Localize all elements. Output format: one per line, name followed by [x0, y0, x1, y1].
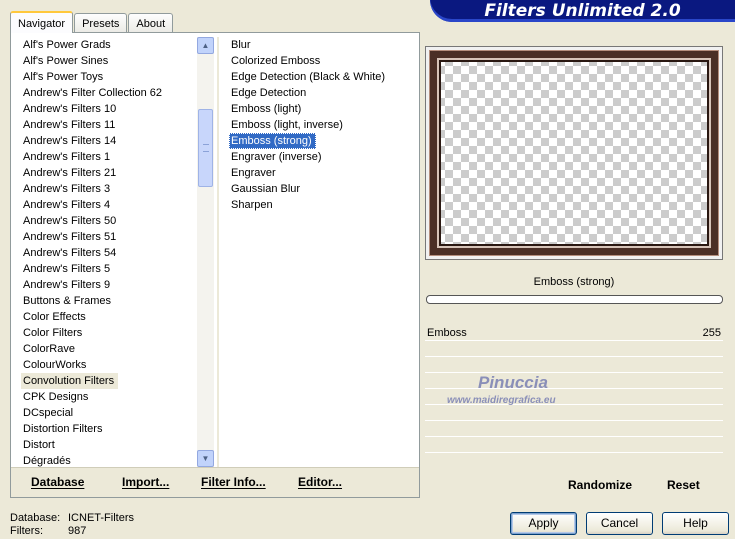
preview-filter-name: Emboss (strong): [533, 276, 615, 288]
watermark-name: Pinuccia: [478, 373, 548, 392]
param-row-empty: [425, 341, 723, 357]
tab-about[interactable]: About: [128, 13, 174, 32]
filter-item[interactable]: Blur: [229, 37, 414, 53]
progress-bar: [426, 295, 723, 304]
scroll-up-arrow-icon[interactable]: ▲: [197, 37, 214, 54]
preview-image: [430, 51, 718, 255]
filter-info-button[interactable]: Filter Info...: [201, 475, 266, 489]
navigator-footer: Database Import... Filter Info... Editor…: [11, 467, 419, 497]
param-label: Emboss: [427, 327, 467, 339]
category-item[interactable]: Andrew's Filters 50: [21, 213, 203, 229]
scroll-down-arrow-icon[interactable]: ▼: [197, 450, 214, 467]
list-divider: [217, 37, 219, 471]
reset-button[interactable]: Reset: [667, 478, 700, 492]
filter-item[interactable]: Engraver (inverse): [229, 149, 414, 165]
filter-item[interactable]: Sharpen: [229, 197, 414, 213]
category-item[interactable]: Andrew's Filter Collection 62: [21, 85, 203, 101]
filter-item[interactable]: Engraver: [229, 165, 414, 181]
category-item[interactable]: Andrew's Filters 4: [21, 197, 203, 213]
navigator-panel: Alf's Power Grads Alf's Power Sines Alf's …: [10, 32, 420, 498]
app-title-banner: Filters Unlimited 2.0: [430, 0, 735, 22]
param-row-empty: [425, 437, 723, 453]
category-item[interactable]: Color Filters: [21, 325, 203, 341]
category-item[interactable]: Distort: [21, 437, 203, 453]
category-scrollbar[interactable]: ▲ ▼: [197, 37, 214, 467]
import-button[interactable]: Import...: [122, 475, 169, 489]
filter-item[interactable]: Colorized Emboss: [229, 53, 414, 69]
database-status-label: Database:: [10, 512, 61, 524]
category-item[interactable]: Andrew's Filters 11: [21, 117, 203, 133]
filter-item[interactable]: Edge Detection (Black & White): [229, 69, 414, 85]
category-item[interactable]: Color Effects: [21, 309, 203, 325]
randomize-button[interactable]: Randomize: [568, 478, 632, 492]
preview-footer: Randomize Reset: [425, 468, 723, 498]
editor-button[interactable]: Editor...: [298, 475, 342, 489]
category-item[interactable]: Buttons & Frames: [21, 293, 203, 309]
category-item[interactable]: Alf's Power Toys: [21, 69, 203, 85]
category-item[interactable]: DCspecial: [21, 405, 203, 421]
filters-count-label: Filters:: [10, 525, 43, 537]
watermark-url: www.maidiregrafica.eu: [447, 395, 556, 406]
category-item[interactable]: Andrew's Filters 10: [21, 101, 203, 117]
param-row-empty: [425, 357, 723, 373]
category-item[interactable]: Andrew's Filters 1: [21, 149, 203, 165]
tab-presets[interactable]: Presets: [74, 13, 128, 32]
cancel-button[interactable]: Cancel: [586, 512, 653, 535]
category-item[interactable]: Andrew's Filters 14: [21, 133, 203, 149]
database-status-value: ICNET-Filters: [68, 512, 134, 524]
category-item[interactable]: Alf's Power Sines: [21, 53, 203, 69]
status-info: Database: ICNET-Filters Filters: 987: [10, 512, 134, 538]
category-item[interactable]: Andrew's Filters 51: [21, 229, 203, 245]
help-button[interactable]: Help: [662, 512, 729, 535]
category-item[interactable]: Andrew's Filters 54: [21, 245, 203, 261]
category-item[interactable]: CPK Designs: [21, 389, 203, 405]
param-row-empty: [425, 373, 723, 389]
category-item[interactable]: Alf's Power Grads: [21, 37, 203, 53]
apply-button[interactable]: Apply: [510, 512, 577, 535]
preview-area: [425, 46, 723, 260]
category-item[interactable]: Distortion Filters: [21, 421, 203, 437]
filter-item[interactable]: Edge Detection: [229, 85, 414, 101]
category-item[interactable]: Convolution Filters: [21, 373, 119, 389]
database-button[interactable]: Database: [31, 475, 84, 489]
param-row-empty: [425, 405, 723, 421]
category-item[interactable]: Andrew's Filters 9: [21, 277, 203, 293]
category-list[interactable]: Alf's Power Grads Alf's Power Sines Alf's …: [21, 37, 203, 469]
parameter-list: Emboss 255: [425, 325, 723, 453]
tab-navigator[interactable]: Navigator: [10, 11, 74, 33]
tab-bar: Navigator Presets About: [10, 10, 174, 33]
category-item[interactable]: Andrew's Filters 21: [21, 165, 203, 181]
filter-list[interactable]: Blur Colorized Emboss Edge Detection (Blac…: [229, 37, 414, 213]
filter-item[interactable]: Emboss (light): [229, 101, 414, 117]
filter-item[interactable]: Gaussian Blur: [229, 181, 414, 197]
param-value: 255: [702, 327, 721, 339]
category-item[interactable]: Andrew's Filters 3: [21, 181, 203, 197]
category-item[interactable]: ColourWorks: [21, 357, 203, 373]
param-row[interactable]: Emboss 255: [425, 325, 723, 341]
param-row-empty: [425, 421, 723, 437]
scroll-thumb[interactable]: [198, 109, 213, 187]
filters-count-value: 987: [68, 525, 87, 537]
category-item[interactable]: ColorRave: [21, 341, 203, 357]
filter-item[interactable]: Emboss (strong): [229, 133, 316, 149]
filter-item[interactable]: Emboss (light, inverse): [229, 117, 414, 133]
category-item[interactable]: Andrew's Filters 5: [21, 261, 203, 277]
